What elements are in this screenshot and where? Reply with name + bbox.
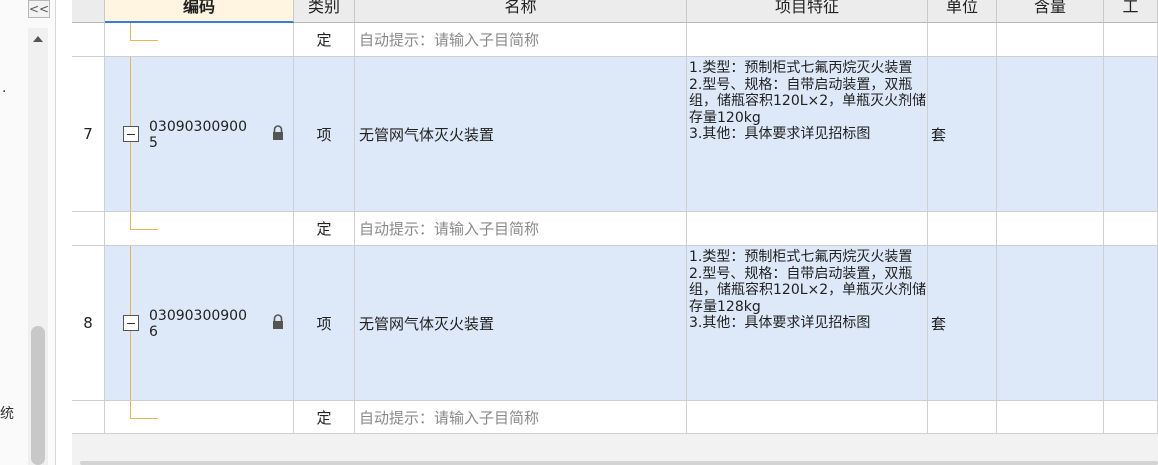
feature-cell[interactable]: 1.类型：预制柜式七氟丙烷灭火装置 2.型号、规格：自带启动装置，双瓶组，储瓶容… (687, 246, 928, 401)
name-cell[interactable]: 无管网气体灭火装置 (355, 246, 687, 401)
table-row[interactable]: 8 03090300900 6 项 无管网气体灭火装置 1.类型：预制柜式七氟丙… (72, 246, 1158, 401)
table-row[interactable]: 7 03090300900 5 项 无管网气体灭火装置 1.类型：预制柜式七氟丙… (72, 57, 1158, 212)
lock-icon (273, 314, 283, 329)
unit-cell[interactable]: 套 (928, 57, 997, 212)
row-index-cell (72, 212, 105, 246)
header-type[interactable]: 类别 (294, 0, 355, 23)
extra-cell[interactable] (1104, 401, 1158, 434)
collapse-panel-button[interactable]: << (28, 0, 50, 18)
qty-cell[interactable] (997, 212, 1104, 246)
horizontal-scrollbar[interactable] (80, 461, 1158, 465)
header-qty[interactable]: 含量 (997, 0, 1104, 23)
table-row[interactable]: 定 自动提示：请输入子目简称 (72, 23, 1158, 57)
header-index (72, 0, 105, 23)
name-cell[interactable]: 自动提示：请输入子目简称 (355, 401, 687, 434)
header-feature[interactable]: 项目特征 (687, 0, 928, 23)
feature-cell[interactable] (687, 23, 928, 57)
header-code[interactable]: 编码 (105, 0, 294, 23)
extra-cell[interactable] (1104, 57, 1158, 212)
type-cell[interactable]: 项 (294, 246, 355, 401)
header-extra[interactable]: 工 (1104, 0, 1158, 23)
header-unit[interactable]: 单位 (928, 0, 997, 23)
collapse-node-icon[interactable] (123, 126, 139, 142)
qty-cell[interactable] (997, 57, 1104, 212)
name-cell[interactable]: 无管网气体灭火装置 (355, 57, 687, 212)
lock-icon (273, 125, 283, 140)
qty-cell[interactable] (997, 401, 1104, 434)
row-index-cell: 7 (72, 57, 105, 212)
header-name[interactable]: 名称 (355, 0, 687, 23)
side-label-2: 统 (0, 406, 14, 422)
side-panel: << · 统 (0, 0, 56, 465)
extra-cell[interactable] (1104, 212, 1158, 246)
name-hint: 自动提示：请输入子目简称 (359, 31, 540, 49)
unit-cell[interactable]: 套 (928, 246, 997, 401)
code-cell[interactable] (105, 212, 294, 246)
qty-cell[interactable] (997, 246, 1104, 401)
name-cell[interactable]: 自动提示：请输入子目简称 (355, 23, 687, 57)
feature-cell[interactable] (687, 401, 928, 434)
name-hint: 自动提示：请输入子目简称 (359, 220, 540, 238)
item-code: 03090300900 5 (149, 119, 247, 151)
code-cell[interactable] (105, 23, 294, 57)
extra-cell[interactable] (1104, 23, 1158, 57)
unit-cell[interactable] (928, 401, 997, 434)
item-code: 03090300900 6 (149, 308, 247, 340)
vertical-scrollbar[interactable] (28, 28, 48, 465)
code-cell[interactable]: 03090300900 5 (105, 57, 294, 212)
row-index-cell (72, 23, 105, 57)
extra-cell[interactable] (1104, 246, 1158, 401)
row-index-cell (72, 401, 105, 434)
code-cell[interactable]: 03090300900 6 (105, 246, 294, 401)
type-cell[interactable]: 定 (294, 23, 355, 57)
feature-cell[interactable] (687, 212, 928, 246)
scrollbar-thumb[interactable] (31, 326, 45, 465)
qty-cell[interactable] (997, 23, 1104, 57)
unit-cell[interactable] (928, 23, 997, 57)
type-cell[interactable]: 定 (294, 401, 355, 434)
table-row[interactable]: 定 自动提示：请输入子目简称 (72, 212, 1158, 246)
name-cell[interactable]: 自动提示：请输入子目简称 (355, 212, 687, 246)
scroll-up-icon[interactable] (33, 36, 43, 42)
code-cell[interactable] (105, 401, 294, 434)
name-hint: 自动提示：请输入子目简称 (359, 408, 540, 427)
side-label-1: · (2, 84, 7, 100)
unit-cell[interactable] (928, 212, 997, 246)
panel-gap (56, 0, 72, 465)
type-cell[interactable]: 定 (294, 212, 355, 246)
table-row[interactable]: 定 自动提示：请输入子目简称 (72, 401, 1158, 434)
bill-grid: 编码 类别 名称 项目特征 单位 含量 工 定 自动提示：请输入子目简称 7 0… (72, 0, 1158, 465)
type-cell[interactable]: 项 (294, 57, 355, 212)
row-index-cell: 8 (72, 246, 105, 401)
feature-cell[interactable]: 1.类型：预制柜式七氟丙烷灭火装置 2.型号、规格：自带启动装置，双瓶组，储瓶容… (687, 57, 928, 212)
collapse-node-icon[interactable] (123, 315, 139, 331)
